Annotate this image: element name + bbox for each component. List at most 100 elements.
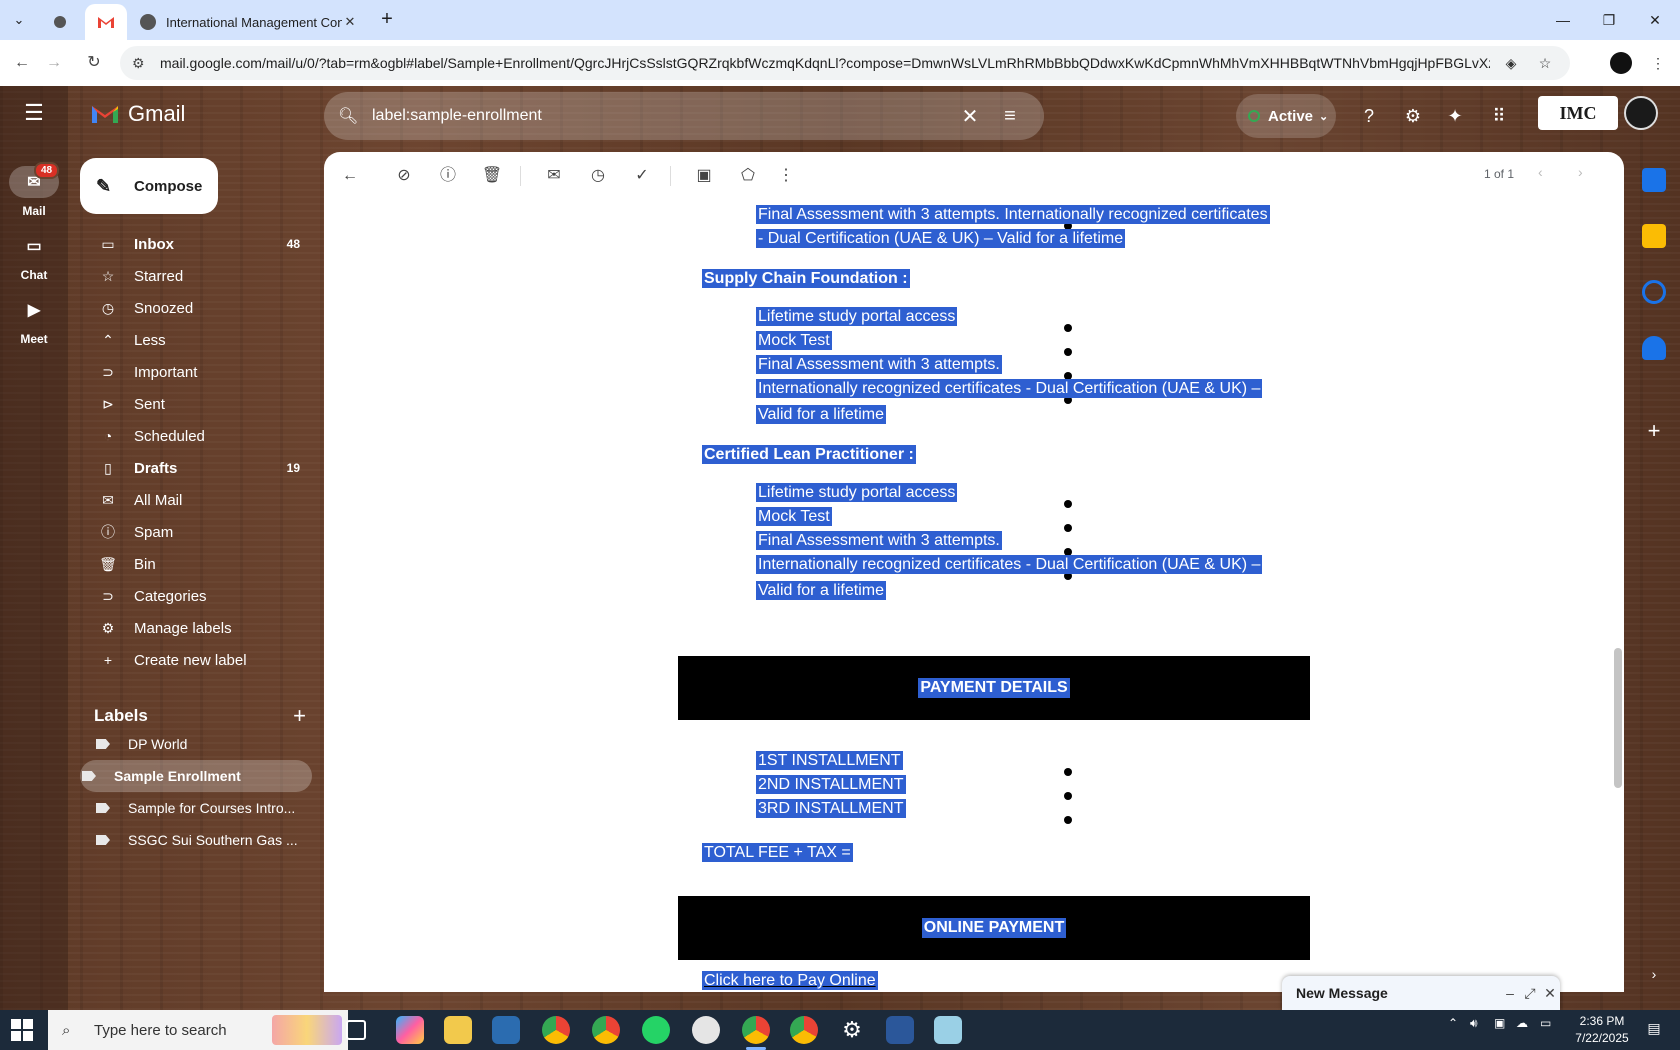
minimize-compose-icon[interactable]: – bbox=[1500, 985, 1520, 1001]
mark-unread-icon[interactable]: ✉ bbox=[542, 164, 566, 188]
chrome-icon[interactable] bbox=[790, 1016, 818, 1044]
nav-item-scheduled[interactable]: ◔ Scheduled bbox=[80, 420, 312, 452]
labels-icon[interactable]: ⬠ bbox=[736, 164, 760, 188]
compose-button[interactable]: ✎ Compose bbox=[80, 158, 218, 214]
report-spam-icon[interactable]: ⓘ bbox=[436, 164, 460, 188]
taskbar-clock[interactable]: 2:36 PM 7/22/2025 bbox=[1562, 1013, 1642, 1047]
onedrive-icon[interactable]: ☁ bbox=[1516, 1016, 1528, 1030]
nav-item-create-new-label[interactable]: + Create new label bbox=[80, 644, 312, 676]
nav-item-manage-labels[interactable]: ⚙ Manage labels bbox=[80, 612, 312, 644]
help-icon[interactable]: ? bbox=[1355, 102, 1383, 130]
add-addon-icon[interactable]: + bbox=[1642, 420, 1666, 444]
nav-item-bin[interactable]: 🗑︎ Bin bbox=[80, 548, 312, 580]
rail-mail[interactable]: ✉ 48 Mail bbox=[0, 162, 68, 218]
windows-start-icon[interactable] bbox=[10, 1018, 34, 1042]
label-item[interactable]: DP World bbox=[80, 728, 312, 760]
newer-icon[interactable]: ‹ bbox=[1538, 164, 1543, 180]
whatsapp-icon[interactable] bbox=[642, 1016, 670, 1044]
minimize-button[interactable]: — bbox=[1540, 8, 1586, 32]
more-options-icon[interactable]: ⋮ bbox=[774, 164, 798, 188]
hide-side-panel-icon[interactable]: › bbox=[1642, 966, 1666, 990]
close-compose-icon[interactable]: ✕ bbox=[1540, 985, 1560, 1002]
nav-item-sent[interactable]: ⊳ Sent bbox=[80, 388, 312, 420]
bookmark-star-icon[interactable]: ☆ bbox=[1532, 55, 1558, 72]
copilot-icon[interactable] bbox=[396, 1016, 424, 1044]
tasks-icon[interactable] bbox=[1642, 280, 1666, 304]
move-to-icon[interactable]: ▣ bbox=[692, 164, 716, 188]
app-icon[interactable] bbox=[492, 1016, 520, 1044]
task-view-icon[interactable] bbox=[346, 1020, 366, 1040]
site-info-icon[interactable]: ⚙ bbox=[132, 55, 148, 72]
main-menu-icon[interactable]: ☰ bbox=[20, 102, 48, 126]
email-scrollbar[interactable] bbox=[1614, 648, 1622, 788]
gmail-logo[interactable]: Gmail bbox=[90, 98, 185, 130]
restore-button[interactable]: ❐ bbox=[1586, 8, 1632, 32]
settings-gear-icon[interactable]: ⚙ bbox=[1399, 102, 1427, 130]
org-logo[interactable]: IMC bbox=[1538, 96, 1618, 130]
nav-item-less[interactable]: ⌃ Less bbox=[80, 324, 312, 356]
tab-search-button[interactable]: ⌄ bbox=[6, 8, 32, 32]
browser-menu-icon[interactable]: ⋮ bbox=[1646, 51, 1670, 75]
notifications-icon[interactable]: ▤ bbox=[1642, 1020, 1666, 1040]
imc-tab[interactable]: International Management Con ✕ bbox=[130, 4, 368, 40]
back-button[interactable]: ← bbox=[10, 51, 34, 75]
nav-item-label: Categories bbox=[134, 587, 207, 605]
label-item[interactable]: Sample for Courses Intro... bbox=[80, 792, 312, 824]
snooze-icon[interactable]: ◷ bbox=[586, 164, 610, 188]
address-bar[interactable]: ⚙ mail.google.com/mail/u/0/?tab=rm&ogbl#… bbox=[120, 46, 1570, 80]
nav-item-drafts[interactable]: ▯ Drafts 19 bbox=[80, 452, 312, 484]
pinned-tab[interactable] bbox=[38, 4, 82, 40]
label-item[interactable]: Sample Enrollment bbox=[80, 760, 312, 792]
network-icon[interactable]: ▭ bbox=[1540, 1016, 1551, 1030]
search-options-icon[interactable]: ≡ bbox=[990, 105, 1030, 128]
apps-grid-icon[interactable]: ⠿ bbox=[1485, 102, 1513, 130]
extension-icon[interactable]: ◈ bbox=[1498, 55, 1524, 72]
status-selector[interactable]: Active ⌄ bbox=[1236, 94, 1336, 138]
chrome-icon[interactable] bbox=[742, 1016, 770, 1050]
delete-icon[interactable]: 🗑︎ bbox=[480, 164, 504, 188]
expand-compose-icon[interactable]: ⤢ bbox=[1520, 985, 1540, 1002]
search-icon[interactable]: 🔍︎ bbox=[338, 106, 362, 126]
settings-icon[interactable]: ⚙ bbox=[838, 1016, 866, 1044]
rail-chat[interactable]: ▭ Chat bbox=[0, 230, 68, 282]
app-tray-icon[interactable]: ▣ bbox=[1494, 1016, 1505, 1030]
nav-item-snoozed[interactable]: ◷ Snoozed bbox=[80, 292, 312, 324]
volume-icon[interactable]: 🔊︎ bbox=[1470, 1016, 1478, 1031]
add-label-icon[interactable]: + bbox=[293, 703, 306, 729]
add-to-tasks-icon[interactable]: ✓ bbox=[630, 164, 654, 188]
close-tab-icon[interactable]: ✕ bbox=[342, 14, 358, 30]
gemini-spark-icon[interactable]: ✦ bbox=[1441, 102, 1469, 130]
calendar-icon[interactable] bbox=[1642, 168, 1666, 192]
rail-meet[interactable]: ▶ Meet bbox=[0, 294, 68, 346]
new-message-window[interactable]: New Message – ⤢ ✕ bbox=[1282, 976, 1560, 1010]
nav-item-spam[interactable]: ⓘ Spam bbox=[80, 516, 312, 548]
back-to-list-icon[interactable]: ← bbox=[338, 164, 362, 188]
clock-app-icon[interactable] bbox=[692, 1016, 720, 1044]
gmail-tab[interactable] bbox=[85, 4, 127, 40]
keep-icon[interactable] bbox=[1642, 224, 1666, 248]
nav-item-all-mail[interactable]: ✉ All Mail bbox=[80, 484, 312, 516]
forward-button[interactable]: → bbox=[42, 51, 66, 75]
clear-search-icon[interactable]: ✕ bbox=[950, 104, 990, 129]
app-icon[interactable] bbox=[934, 1016, 962, 1044]
nav-item-important[interactable]: ⊃ Important bbox=[80, 356, 312, 388]
profile-avatar[interactable] bbox=[1610, 52, 1632, 74]
older-icon[interactable]: › bbox=[1578, 164, 1583, 180]
pay-online-link[interactable]: Click here to Pay Online bbox=[702, 971, 878, 990]
nav-item-starred[interactable]: ☆ Starred bbox=[80, 260, 312, 292]
taskbar-search[interactable]: ⌕ Type here to search bbox=[48, 1010, 348, 1050]
close-window-button[interactable]: ✕ bbox=[1632, 8, 1678, 32]
chrome-icon[interactable] bbox=[542, 1016, 570, 1044]
archive-icon[interactable]: ⊘ bbox=[392, 164, 416, 188]
nav-item-categories[interactable]: ⊃ Categories bbox=[80, 580, 312, 612]
search-input[interactable] bbox=[372, 107, 950, 125]
nav-item-inbox[interactable]: ▭ Inbox 48 bbox=[80, 228, 312, 260]
label-item[interactable]: SSGC Sui Southern Gas ... bbox=[80, 824, 312, 856]
file-explorer-icon[interactable] bbox=[444, 1016, 472, 1044]
new-tab-button[interactable]: + bbox=[374, 8, 400, 32]
word-icon[interactable] bbox=[886, 1016, 914, 1044]
chrome-icon[interactable] bbox=[592, 1016, 620, 1044]
tray-expand-icon[interactable]: ⌃ bbox=[1448, 1016, 1458, 1030]
reload-button[interactable]: ↻ bbox=[82, 51, 106, 75]
contacts-icon[interactable] bbox=[1642, 336, 1666, 360]
